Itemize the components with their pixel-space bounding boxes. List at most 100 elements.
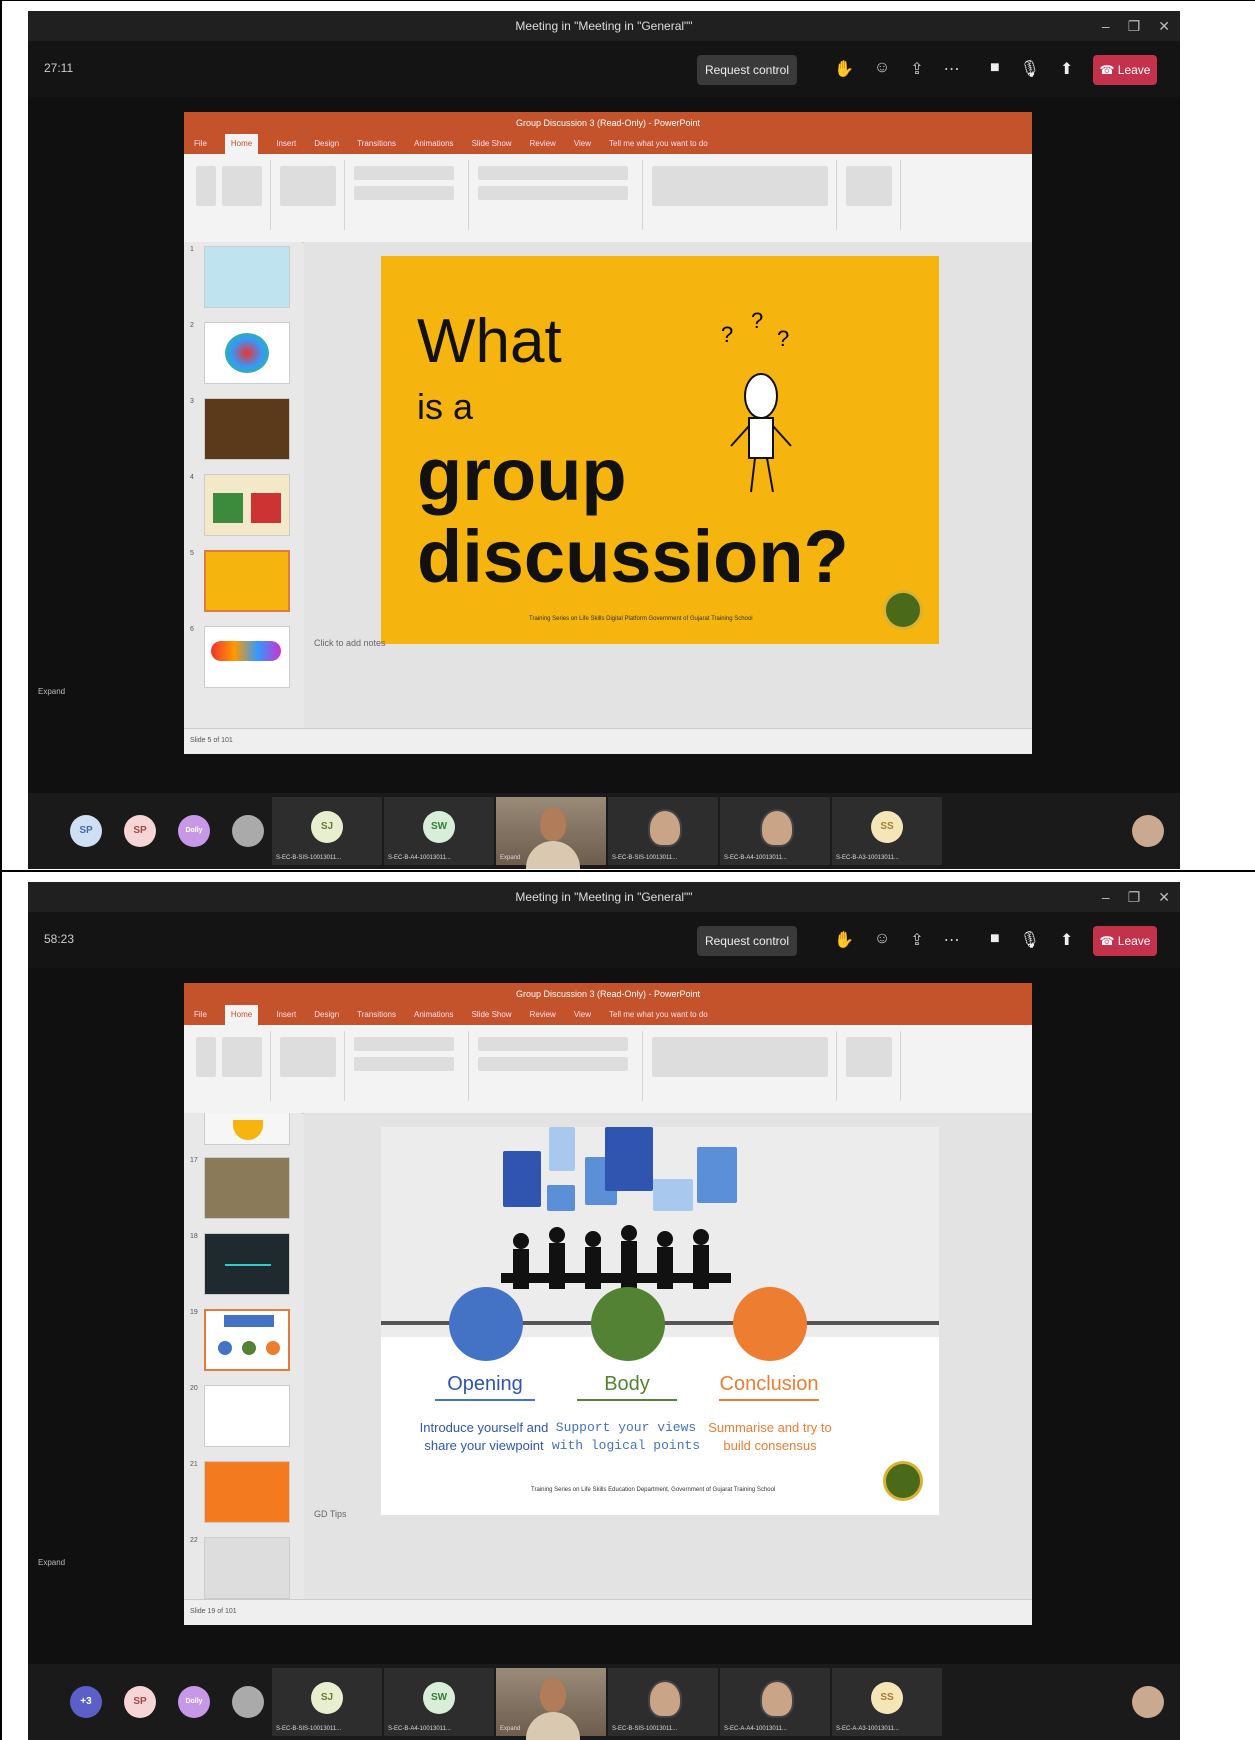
leave-button[interactable]: ☎ Leave <box>1093 926 1157 956</box>
tab-home[interactable]: Home <box>224 134 259 154</box>
tab-slideshow[interactable]: Slide Show <box>472 134 512 154</box>
speech-bubble <box>697 1147 737 1203</box>
slide-canvas: What is a group discussion? ? ? ? Traini… <box>304 242 1032 732</box>
participant-tile[interactable]: S-EC-B-A4-10013011... <box>720 797 830 865</box>
tab-transitions[interactable]: Transitions <box>357 1005 396 1025</box>
share-icon[interactable]: ⇪ <box>910 59 923 79</box>
expand-label[interactable]: Expand <box>38 687 65 696</box>
participant-tile[interactable]: SW S-EC-B-A4-10013011... <box>384 1668 494 1736</box>
request-control-button[interactable]: Request control <box>697 926 797 956</box>
tab-file[interactable]: File <box>194 134 207 154</box>
share-tray-icon[interactable]: ⬆ <box>1060 59 1073 79</box>
participant-name: S-EC-B-SIS-10013011... <box>612 855 678 861</box>
slide-thumbnail[interactable] <box>204 322 290 384</box>
tab-animations[interactable]: Animations <box>414 1005 454 1025</box>
notes-placeholder[interactable]: Click to add notes <box>314 638 386 648</box>
expand-label[interactable]: Expand <box>38 1558 65 1567</box>
participant-tile[interactable]: SW S-EC-B-A4-10013011... <box>384 797 494 865</box>
presenter-video-tile[interactable]: Expand <box>496 797 606 869</box>
minimize-icon[interactable]: – <box>1102 11 1110 41</box>
participant-avatar[interactable]: Dolly <box>178 1686 210 1718</box>
body-heading: Body <box>604 1373 650 1395</box>
tab-design[interactable]: Design <box>314 134 339 154</box>
participant-avatar[interactable]: SP <box>124 1686 156 1718</box>
mic-icon[interactable]: 🎙 <box>1020 59 1040 79</box>
presenter-video-tile[interactable]: Expand <box>496 1668 606 1740</box>
reactions-icon[interactable]: ☺ <box>874 59 890 79</box>
participant-tile[interactable]: S-EC-A-A4-10013011... <box>720 1668 830 1736</box>
opening-circle <box>449 1287 523 1361</box>
slide-thumbnail[interactable] <box>204 398 290 460</box>
close-icon[interactable]: ✕ <box>1158 11 1170 41</box>
slide-thumbnail[interactable] <box>204 1385 290 1447</box>
tab-view[interactable]: View <box>574 134 591 154</box>
tab-animations[interactable]: Animations <box>414 134 454 154</box>
participant-name: S-EC-B-SIS-10013011... <box>612 1726 678 1732</box>
camera-icon[interactable]: ■ <box>990 930 1000 950</box>
tab-view[interactable]: View <box>574 1005 591 1025</box>
tab-home[interactable]: Home <box>224 1005 259 1025</box>
ppt-ribbon <box>184 1025 1032 1114</box>
slide-thumbnail[interactable] <box>204 246 290 308</box>
participant-avatar[interactable]: SP <box>70 815 102 847</box>
tab-file[interactable]: File <box>194 1005 207 1025</box>
screenshot-frame-1: Meeting in "Meeting in "General"" – ❐ ✕ … <box>0 0 1255 870</box>
request-control-button[interactable]: Request control <box>697 55 797 85</box>
more-icon[interactable]: ⋯ <box>944 59 960 79</box>
tab-transitions[interactable]: Transitions <box>357 134 396 154</box>
slide-line-what: What <box>417 307 562 376</box>
share-icon[interactable]: ⇪ <box>910 930 923 950</box>
participant-name: S-EC-B-A4-10013011... <box>388 1726 451 1732</box>
tab-insert[interactable]: Insert <box>276 134 296 154</box>
close-icon[interactable]: ✕ <box>1158 882 1170 912</box>
slide-footer: Training Series on Life Skills Digital P… <box>529 616 753 622</box>
participant-tile[interactable]: SS S-EC-A-A3-10013011... <box>832 1668 942 1736</box>
participant-name: S-EC-B-A4-10013011... <box>388 855 451 861</box>
participant-photo-avatar[interactable] <box>1132 815 1164 847</box>
participant-tile[interactable]: SJ S-EC-B-SIS-10013011... <box>272 1668 382 1736</box>
participant-avatar[interactable] <box>232 815 264 847</box>
tab-insert[interactable]: Insert <box>276 1005 296 1025</box>
reactions-icon[interactable]: ☺ <box>874 930 890 950</box>
slide-thumbnail[interactable] <box>204 1113 290 1145</box>
participant-tile[interactable]: S-EC-B-SIS-10013011... <box>608 1668 718 1736</box>
maximize-icon[interactable]: ❐ <box>1128 882 1141 912</box>
paragraph-group <box>472 160 643 230</box>
opening-heading: Opening <box>447 1373 523 1395</box>
participant-tile[interactable]: SJ S-EC-B-SIS-10013011... <box>272 797 382 865</box>
tell-me-search[interactable]: Tell me what you want to do <box>609 1005 708 1025</box>
camera-icon[interactable]: ■ <box>990 59 1000 79</box>
participant-tile[interactable]: S-EC-B-SIS-10013011... <box>608 797 718 865</box>
more-icon[interactable]: ⋯ <box>944 930 960 950</box>
slide-thumbnail[interactable] <box>204 1157 290 1219</box>
maximize-icon[interactable]: ❐ <box>1128 11 1141 41</box>
tab-review[interactable]: Review <box>530 134 556 154</box>
hand-raise-icon[interactable]: ✋ <box>834 59 854 79</box>
participant-avatar[interactable] <box>232 1686 264 1718</box>
more-participants-badge[interactable]: +3 <box>70 1686 102 1718</box>
tab-review[interactable]: Review <box>530 1005 556 1025</box>
minimize-icon[interactable]: – <box>1102 882 1110 912</box>
slide-thumbnail[interactable] <box>204 1537 290 1599</box>
leave-button[interactable]: ☎ Leave <box>1093 55 1157 85</box>
tab-slideshow[interactable]: Slide Show <box>472 1005 512 1025</box>
slide-thumbnail[interactable] <box>204 1233 290 1295</box>
notes-text[interactable]: GD Tips <box>314 1509 347 1519</box>
share-tray-icon[interactable]: ⬆ <box>1060 930 1073 950</box>
participant-avatar[interactable]: Dolly <box>178 815 210 847</box>
participant-avatar[interactable]: SP <box>124 815 156 847</box>
participant-name: S-EC-B-A3-10013011... <box>836 855 899 861</box>
slide-thumbnail-selected[interactable] <box>204 1309 290 1371</box>
slide-thumbnail[interactable] <box>204 1461 290 1523</box>
slide-thumbnail[interactable] <box>204 626 290 688</box>
slide-thumbnail[interactable] <box>204 474 290 536</box>
participant-photo-avatar[interactable] <box>1132 1686 1164 1718</box>
participant-tile[interactable]: SS S-EC-B-A3-10013011... <box>832 797 942 865</box>
tab-design[interactable]: Design <box>314 1005 339 1025</box>
svg-text:?: ? <box>777 326 789 351</box>
hand-raise-icon[interactable]: ✋ <box>834 930 854 950</box>
slide-thumbnail-selected[interactable] <box>204 550 290 612</box>
clipboard-group <box>190 1031 271 1101</box>
mic-icon[interactable]: 🎙 <box>1020 930 1040 950</box>
tell-me-search[interactable]: Tell me what you want to do <box>609 134 708 154</box>
